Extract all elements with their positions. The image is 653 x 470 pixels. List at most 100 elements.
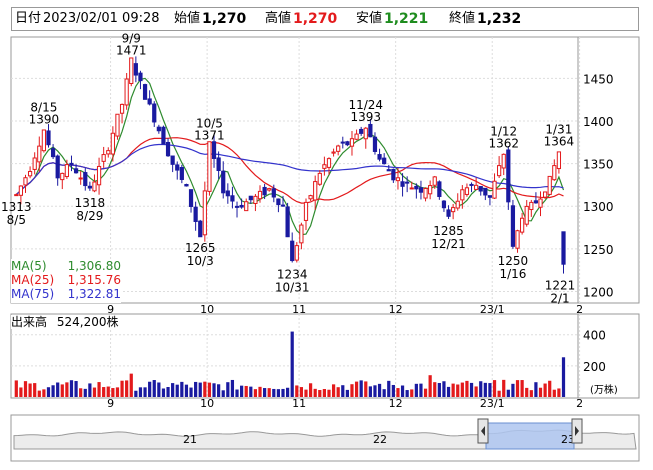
- volume-bar: [502, 379, 506, 397]
- volume-bar: [442, 381, 446, 397]
- volume-bar: [129, 373, 133, 397]
- volume-bar: [203, 381, 207, 397]
- candle-body: [147, 98, 152, 105]
- volume-bar: [111, 388, 115, 397]
- volume-bar: [88, 383, 92, 397]
- volume-bar: [60, 384, 64, 397]
- volume-bar: [400, 385, 405, 397]
- ma5-name: MA(5): [11, 259, 47, 273]
- candle-body: [423, 188, 428, 199]
- candle-body: [313, 181, 318, 201]
- price-tick-label: 1200: [583, 285, 614, 299]
- volume-bar: [373, 385, 377, 397]
- volume-bar: [456, 384, 460, 397]
- volume-bar: [175, 384, 179, 397]
- volume-bar: [102, 387, 106, 397]
- candle-body: [23, 177, 28, 186]
- volume-bar: [446, 386, 451, 397]
- candle-body: [257, 190, 263, 200]
- volume-bar: [405, 390, 409, 397]
- candle-body: [308, 195, 313, 200]
- candle: [129, 57, 134, 87]
- candle-body: [336, 145, 341, 152]
- candle: [198, 219, 203, 238]
- volume-bar: [263, 388, 267, 397]
- volume-bar: [212, 383, 216, 397]
- candle-body: [547, 175, 552, 195]
- candle-body: [317, 172, 322, 185]
- volume-bar: [23, 381, 28, 397]
- candle-body: [377, 154, 382, 160]
- candle-body: [41, 129, 46, 152]
- annotation-value: 1471: [116, 43, 147, 57]
- price-tick-label: 1350: [583, 158, 614, 172]
- candle-body: [464, 187, 470, 195]
- ma75-name: MA(75): [11, 287, 55, 301]
- volume-bar: [506, 389, 510, 397]
- candle-body: [326, 158, 332, 168]
- candle-body: [432, 176, 437, 186]
- volume-bar: [157, 382, 161, 397]
- candle-body: [368, 123, 373, 138]
- candle-body: [529, 201, 534, 211]
- candle: [184, 183, 189, 187]
- candle-body: [372, 136, 378, 152]
- price-tick-label: 1450: [583, 72, 614, 86]
- volume-bar: [525, 387, 529, 397]
- candle-body: [161, 126, 166, 145]
- candle-body: [96, 165, 102, 186]
- candle-body: [129, 57, 134, 84]
- candle-body: [290, 240, 295, 262]
- candle-body: [225, 190, 230, 197]
- candle: [285, 202, 290, 238]
- volume-bar: [152, 380, 156, 397]
- candle: [294, 242, 299, 263]
- candle-body: [87, 185, 92, 189]
- volume-bar: [276, 389, 281, 397]
- candle-body: [18, 185, 24, 196]
- volume-bar: [479, 381, 483, 397]
- candle-body: [184, 184, 189, 187]
- candle-body: [50, 148, 56, 158]
- volume-bar: [106, 386, 110, 397]
- candle-body: [133, 63, 138, 76]
- navigator-right-handle[interactable]: [571, 418, 583, 444]
- candle-body: [73, 168, 79, 174]
- candle: [124, 73, 129, 110]
- volume-bar: [451, 383, 455, 397]
- volume-bar: [368, 386, 372, 397]
- candle-body: [244, 201, 249, 212]
- volume-bar: [304, 389, 308, 397]
- candle-body: [386, 169, 391, 172]
- navigator-left-handle[interactable]: [477, 418, 489, 444]
- volume-bar: [520, 380, 524, 397]
- candle-body: [142, 84, 148, 100]
- candle-body: [469, 183, 474, 186]
- ma5-value: 1,306.80: [67, 259, 121, 273]
- volume-bar: [19, 387, 23, 397]
- annotation-value: 1371: [194, 129, 225, 143]
- volume-bar: [134, 390, 138, 397]
- annotation-value: 1234: [277, 267, 308, 281]
- volume-bar: [230, 379, 235, 397]
- volume-bar: [207, 382, 212, 397]
- candle-body: [510, 205, 516, 247]
- ma25-name: MA(25): [11, 273, 55, 287]
- candle-body: [179, 167, 184, 180]
- candle-body: [92, 181, 97, 192]
- candle-body: [78, 177, 83, 180]
- volume-bar: [474, 386, 478, 397]
- candle-body: [138, 72, 143, 82]
- candle-body: [561, 231, 566, 265]
- volume-bar: [65, 382, 69, 397]
- volume-bar: [433, 382, 437, 397]
- volume-bar: [120, 380, 124, 397]
- volume-bar: [327, 389, 331, 397]
- volume-bar: [538, 387, 543, 397]
- volume-bar: [244, 385, 248, 397]
- candle: [41, 129, 46, 153]
- volume-bar: [258, 386, 262, 397]
- volume-bar: [354, 381, 359, 397]
- candle-body: [331, 151, 336, 154]
- candle-body: [506, 149, 511, 203]
